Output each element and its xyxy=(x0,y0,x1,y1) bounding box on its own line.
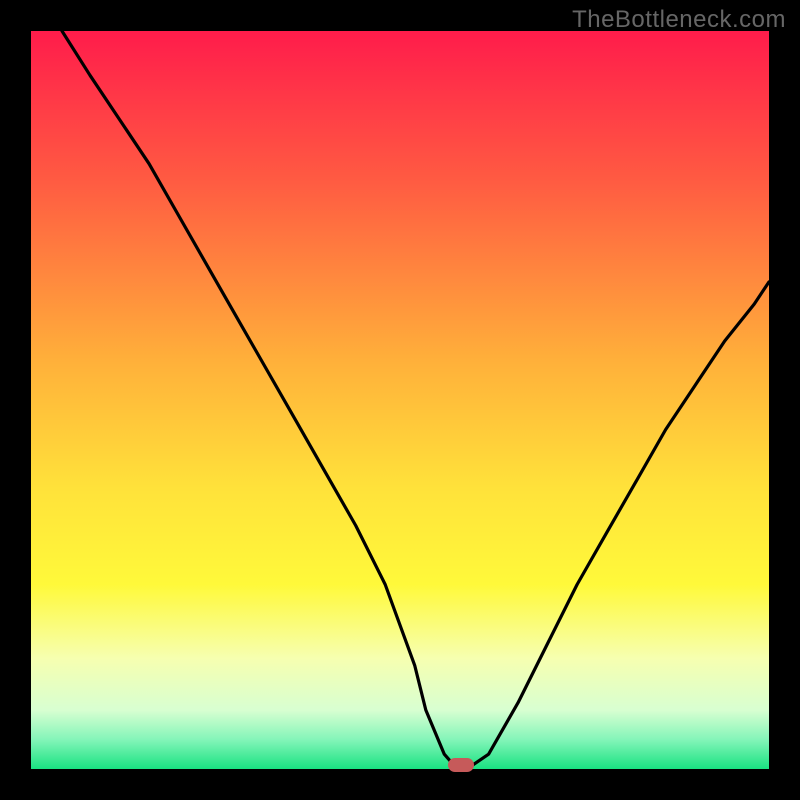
chart-stage: TheBottleneck.com xyxy=(0,0,800,800)
optimal-marker xyxy=(448,758,474,772)
chart-svg xyxy=(0,0,800,800)
watermark-text: TheBottleneck.com xyxy=(572,6,786,34)
plot-background xyxy=(31,31,769,769)
